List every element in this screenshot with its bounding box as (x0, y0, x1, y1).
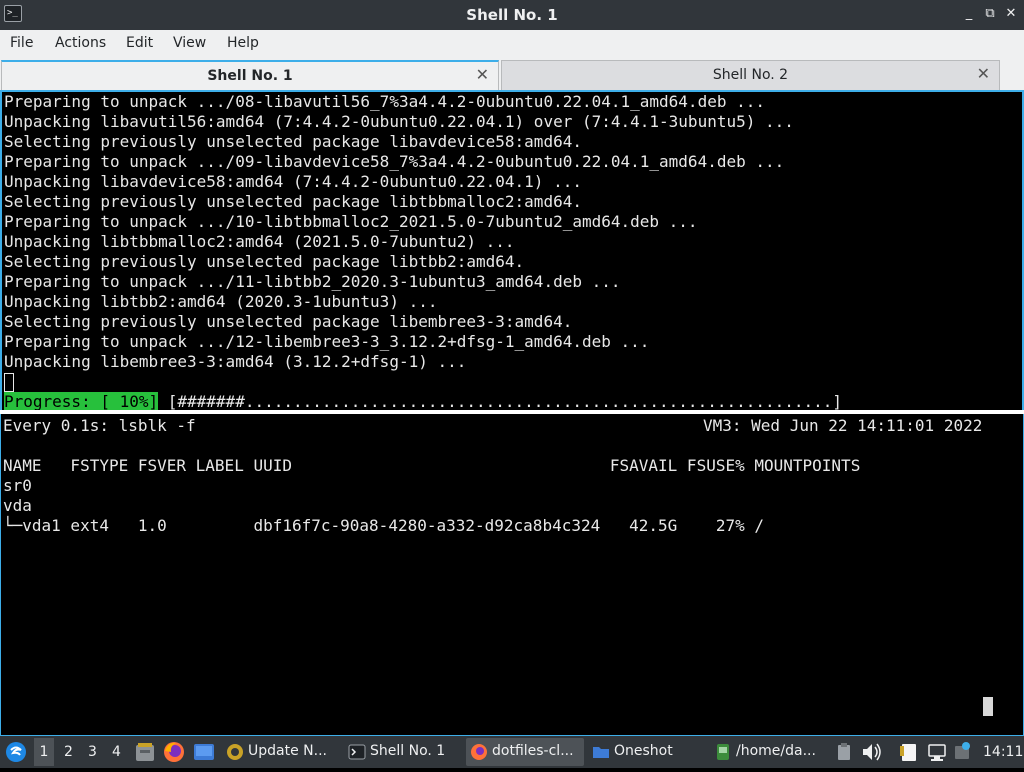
progress-label: Progress: [ 10%] (4, 392, 159, 411)
terminal-line: Preparing to unpack .../12-libembree3-3_… (4, 332, 650, 351)
lsblk-row: sr0 (3, 476, 32, 495)
close-icon[interactable]: ✕ (476, 65, 489, 84)
progress-line: Progress: [ 10%] [#######...............… (4, 392, 842, 412)
network-tray[interactable] (926, 736, 948, 768)
desktop-1[interactable]: 1 (34, 738, 54, 766)
firefox-launcher[interactable] (162, 736, 186, 768)
terminal-cursor (4, 373, 14, 392)
firefox-icon (471, 744, 487, 760)
terminal-line: Preparing to unpack .../11-libtbb2_2020.… (4, 272, 621, 291)
tab-shell-2[interactable]: Shell No. 2 ✕ (501, 60, 1000, 90)
task-label: Oneshot (614, 743, 673, 759)
task-label: Shell No. 1 (370, 743, 446, 759)
progress-bar: [#######................................… (158, 392, 843, 411)
terminal-icon (348, 744, 366, 760)
terminal-line: Selecting previously unselected package … (4, 132, 582, 151)
terminal-line: Selecting previously unselected package … (4, 252, 525, 271)
task-shell-no-1[interactable]: Shell No. 1 (344, 738, 462, 766)
watch-header: Every 0.1s: lsblk -f (3, 416, 196, 435)
task-label: Update N... (248, 743, 327, 759)
notes-icon (900, 744, 916, 761)
clipboard-tray[interactable] (834, 736, 854, 768)
terminal-line: Unpacking libtbb2:amd64 (2020.3-1ubuntu3… (4, 292, 438, 311)
volume-icon (863, 743, 881, 761)
archive-icon (136, 743, 154, 761)
lsblk-row: vda (3, 496, 32, 515)
update-notifier-icon (227, 744, 243, 760)
close-icon[interactable]: ✕ (977, 64, 990, 83)
menu-view[interactable]: View (173, 35, 206, 51)
tab-label: Shell No. 2 (712, 67, 789, 83)
app-window: >_ Shell No. 1 _ ⧉ ✕ File Actions Edit V… (0, 0, 1024, 768)
firefox-icon (164, 742, 184, 762)
menu-help[interactable]: Help (227, 35, 259, 51)
desktop-2[interactable]: 2 (64, 744, 73, 760)
tab-shell-1[interactable]: Shell No. 1 ✕ (1, 60, 499, 90)
task-label: /home/da... (736, 743, 816, 759)
terminal-line: Unpacking libtbbmalloc2:amd64 (2021.5.0-… (4, 232, 515, 251)
updates-icon (955, 742, 970, 759)
minimize-button[interactable]: _ (961, 6, 977, 22)
tab-bar: Shell No. 1 ✕ Shell No. 2 ✕ (0, 58, 1024, 90)
task-oneshot[interactable]: Oneshot (588, 738, 706, 766)
menu-edit[interactable]: Edit (126, 35, 153, 51)
terminal-line: Preparing to unpack .../09-libavdevice58… (4, 152, 785, 171)
show-desktop-button[interactable] (192, 736, 216, 768)
clipboard-icon (838, 743, 850, 760)
lsblk-row: └─vda1 ext4 1.0 dbf16f7c-90a8-4280-a332-… (3, 516, 764, 535)
start-menu-button[interactable] (4, 736, 28, 768)
clock[interactable]: 14:11 (983, 744, 1023, 760)
task-label: dotfiles-cl... (492, 743, 574, 759)
terminal-pane-bottom[interactable]: Every 0.1s: lsblk -f VM3: Wed Jun 22 14:… (0, 414, 1024, 736)
terminal-pane-top[interactable]: Preparing to unpack .../08-libavutil56_7… (0, 90, 1024, 412)
desktop-icon (194, 744, 214, 760)
terminal-line: Preparing to unpack .../10-libtbbmalloc2… (4, 212, 698, 231)
terminal-line: Selecting previously unselected package … (4, 192, 582, 211)
menu-actions[interactable]: Actions (55, 35, 106, 51)
network-icon (928, 744, 946, 761)
task-firefox[interactable]: dotfiles-cl... (466, 738, 584, 766)
terminal-line: Unpacking libavdevice58:amd64 (7:4.4.2-0… (4, 172, 582, 191)
task-update-notifier[interactable]: Update N... (222, 738, 338, 766)
title-bar[interactable]: >_ Shell No. 1 _ ⧉ ✕ (0, 0, 1024, 30)
file-manager-launcher[interactable] (134, 736, 156, 768)
folder-icon (593, 747, 609, 758)
taskbar: 1 2 3 4 Update N... Shell No. 1 dotfiles… (0, 736, 1024, 768)
updates-tray[interactable] (952, 736, 974, 768)
start-menu-icon (6, 742, 26, 762)
terminal-line: Selecting previously unselected package … (4, 312, 573, 331)
terminal-green-icon (717, 744, 729, 760)
restore-button[interactable]: ⧉ (982, 6, 998, 22)
window-title: Shell No. 1 (466, 6, 558, 24)
terminal-line: Preparing to unpack .../08-libavutil56_7… (4, 92, 765, 111)
desktop-3[interactable]: 3 (88, 744, 97, 760)
watch-status: VM3: Wed Jun 22 14:11:01 2022 (703, 416, 983, 435)
menu-file[interactable]: File (10, 35, 33, 51)
task-home-terminal[interactable]: /home/da... (710, 738, 828, 766)
desktop-4[interactable]: 4 (112, 744, 121, 760)
terminal-cursor (983, 697, 993, 716)
tab-label: Shell No. 1 (207, 68, 293, 84)
volume-tray[interactable] (860, 736, 884, 768)
menu-bar: File Actions Edit View Help (0, 30, 1024, 58)
notes-tray[interactable] (898, 736, 920, 768)
close-button[interactable]: ✕ (1003, 6, 1019, 22)
terminal-line: Unpacking libavutil56:amd64 (7:4.4.2-0ub… (4, 112, 794, 131)
terminal-line: Unpacking libembree3-3:amd64 (3.12.2+dfs… (4, 352, 467, 371)
lsblk-header: NAME FSTYPE FSVER LABEL UUID FSAVAIL FSU… (3, 456, 861, 475)
